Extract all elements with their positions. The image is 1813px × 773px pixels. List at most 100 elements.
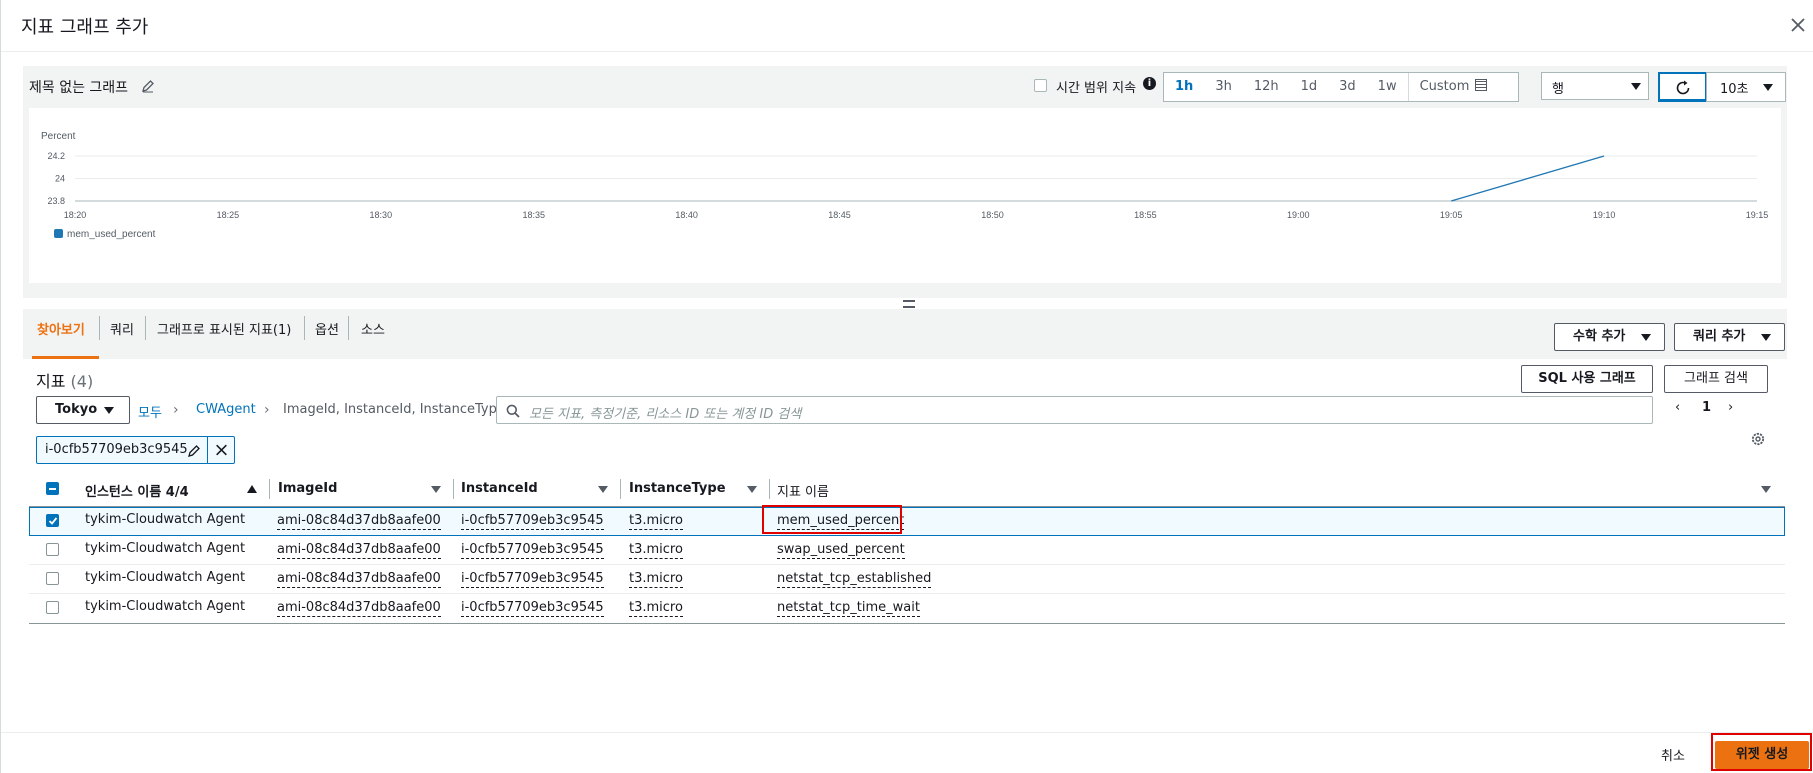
cell-instanceid[interactable]: i-0cfb57709eb3c9545 [461,513,604,530]
time-range-1h[interactable]: 1h [1164,73,1205,101]
chart-type-value: 행 [1552,82,1564,97]
x-tick-label: 18:50 [981,210,1004,220]
time-sync-checkbox[interactable] [1034,79,1047,92]
cell-instanceid[interactable]: i-0cfb57709eb3c9545 [461,571,604,588]
settings-gear-icon[interactable] [1750,431,1766,447]
column-divider[interactable] [269,479,270,499]
edit-title-icon[interactable] [141,79,155,93]
region-select[interactable]: Tokyo [36,396,130,424]
tab-browse[interactable]: 찾아보기 [37,319,85,338]
metric-search-input[interactable]: 모든 지표, 측정기준, 리소스 ID 또는 계정 ID 검색 [496,396,1653,424]
filter-token: i-0cfb57709eb3c9545 [36,436,235,464]
cell-imageid[interactable]: ami-08c84d37db8aafe00 [277,513,441,530]
resize-handle-icon[interactable] [903,300,915,308]
cell-imageid[interactable]: ami-08c84d37db8aafe00 [277,571,441,588]
modal-title: 지표 그래프 추가 [21,17,149,38]
time-range-1d[interactable]: 1d [1290,73,1329,101]
custom-range-label: Custom [1419,79,1470,94]
search-icon [506,404,520,418]
info-icon[interactable]: i [1143,77,1156,90]
row-checkbox[interactable] [46,601,59,614]
cell-instance-name: tykim-Cloudwatch Agent [85,512,246,527]
cancel-button[interactable]: 취소 [1661,745,1685,764]
tab-query[interactable]: 쿼리 [110,319,134,338]
cell-metric-name[interactable]: swap_used_percent [777,542,905,559]
next-page-icon[interactable]: › [1728,400,1733,415]
x-tick-label: 18:35 [522,210,545,220]
cell-instanceid[interactable]: i-0cfb57709eb3c9545 [461,542,604,559]
highlight-box [1711,733,1812,771]
sort-icon[interactable] [598,486,608,493]
footer-divider [1,732,1813,733]
active-tab-indicator [32,356,99,359]
modal-header: 지표 그래프 추가 [1,0,1813,52]
add-math-button[interactable]: 수학 추가 [1554,323,1665,351]
sort-icon[interactable] [431,486,441,493]
y-tick-label: 24 [55,174,65,184]
cell-metric-name[interactable]: netstat_tcp_established [777,571,932,588]
tab-options[interactable]: 옵션 [315,319,339,338]
y-axis-label: Percent [41,131,76,142]
add-math-label: 수학 추가 [1573,329,1626,344]
refresh-button[interactable] [1658,72,1707,102]
legend-label: mem_used_percent [67,229,156,240]
tab-divider [304,316,305,340]
y-tick-label: 24.2 [47,151,65,161]
column-divider[interactable] [769,479,770,499]
cell-instancetype[interactable]: t3.micro [629,513,683,530]
cell-instancetype[interactable]: t3.micro [629,600,683,617]
cell-instanceid[interactable]: i-0cfb57709eb3c9545 [461,600,604,617]
page-number[interactable]: 1 [1702,400,1711,415]
column-header-metric-name[interactable]: 지표 이름 [777,481,829,500]
column-header-imageid[interactable]: ImageId [278,481,337,496]
add-metric-graph-modal: 지표 그래프 추가 제목 없는 그래프 시간 범위 지속 i 1h 3h 12h… [0,0,1813,773]
caret-down-icon [1641,334,1651,341]
refresh-interval-select[interactable]: 10초 [1706,72,1786,102]
cell-imageid[interactable]: ami-08c84d37db8aafe00 [277,600,441,617]
column-divider[interactable] [620,479,621,499]
x-tick-label: 19:10 [1593,210,1616,220]
edit-icon[interactable] [187,444,201,458]
check-icon [48,517,58,525]
column-header-instancetype[interactable]: InstanceType [629,481,726,496]
time-range-3d[interactable]: 3d [1328,73,1367,101]
add-query-button[interactable]: 쿼리 추가 [1674,323,1785,351]
x-tick-label: 18:30 [370,210,393,220]
column-header-instanceid[interactable]: InstanceId [461,481,538,496]
time-range-3h[interactable]: 3h [1204,73,1243,101]
x-tick-label: 18:20 [64,210,87,220]
select-all-checkbox[interactable] [46,482,59,495]
time-range-12h[interactable]: 12h [1243,73,1290,101]
breadcrumb-namespace[interactable]: CWAgent [196,402,256,417]
graph-title: 제목 없는 그래프 [29,80,129,96]
breadcrumb-all[interactable]: 모두 [138,402,162,421]
cell-imageid[interactable]: ami-08c84d37db8aafe00 [277,542,441,559]
column-header-instance-name[interactable]: 인스턴스 이름 4/4 [85,481,189,500]
prev-page-icon[interactable]: ‹ [1675,400,1680,415]
sort-icon[interactable] [747,486,757,493]
tab-source[interactable]: 소스 [361,319,385,338]
x-tick-label: 19:05 [1440,210,1463,220]
metrics-title: 지표 [36,372,66,391]
cell-instancetype[interactable]: t3.micro [629,571,683,588]
metric-chart: Percent 24.2 24 23.8 18:20 18:25 18:30 18:35 18:… [29,108,1781,283]
sql-graph-button[interactable]: SQL 사용 그래프 [1521,365,1653,393]
row-checkbox[interactable] [46,572,59,585]
cell-instancetype[interactable]: t3.micro [629,542,683,559]
time-range-custom[interactable]: Custom [1409,73,1499,101]
close-icon[interactable] [1787,14,1809,36]
remove-filter-icon[interactable] [207,437,235,463]
sort-icon[interactable] [1761,486,1771,493]
tab-graphed-metrics[interactable]: 그래프로 표시된 지표(1) [157,319,291,338]
x-tick-label: 18:55 [1134,210,1157,220]
row-checkbox[interactable] [46,543,59,556]
caret-down-icon [1631,83,1641,90]
row-checkbox[interactable] [46,514,59,527]
graph-search-button[interactable]: 그래프 검색 [1664,365,1768,393]
time-range-1w[interactable]: 1w [1367,73,1409,101]
sort-ascending-icon[interactable] [247,485,257,493]
column-divider[interactable] [453,479,454,499]
chart-type-select[interactable]: 행 [1541,72,1649,100]
tab-divider [348,316,349,340]
cell-metric-name[interactable]: netstat_tcp_time_wait [777,600,920,617]
